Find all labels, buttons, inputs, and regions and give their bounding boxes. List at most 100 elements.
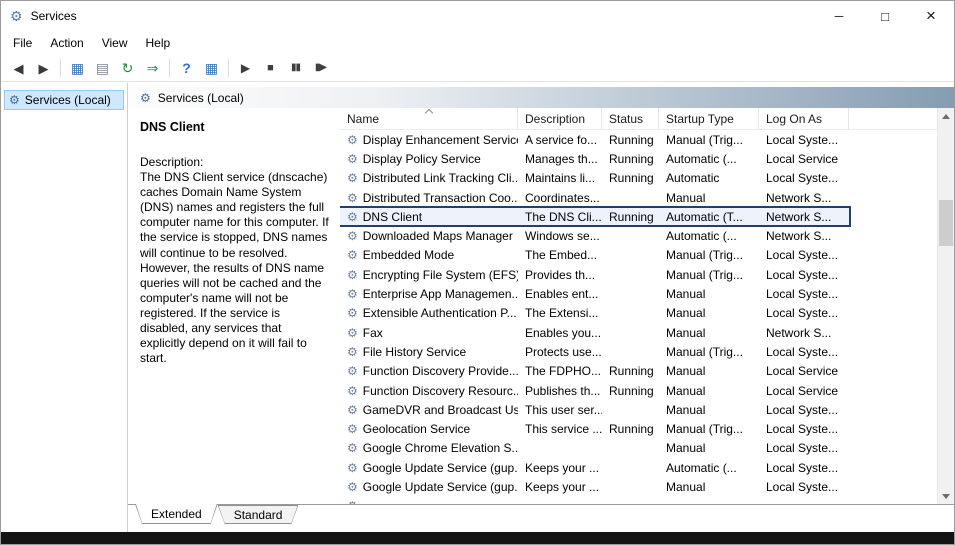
table-row[interactable]: ⚙ Encrypting File System (EFS) Provides th…: [340, 265, 849, 284]
service-name: Distributed Transaction Coo...: [362, 190, 518, 205]
scroll-down-icon[interactable]: [938, 488, 954, 504]
service-logon-as-cell: Local Syste...: [766, 248, 839, 263]
forward-icon[interactable]: ▶: [31, 57, 56, 79]
service-status-cell: [602, 342, 659, 361]
service-startup-type-cell: Manual: [666, 402, 706, 417]
service-name: Extensible Authentication P...: [362, 306, 517, 321]
column-header-label: Status: [609, 111, 644, 126]
service-gear-icon: ⚙: [347, 402, 358, 417]
service-name: Enterprise App Managemen...: [362, 287, 518, 302]
vertical-scrollbar[interactable]: [937, 108, 954, 504]
tab-standard[interactable]: Standard: [218, 505, 299, 524]
service-name-cell: ⚙: [340, 497, 518, 504]
table-row[interactable]: ⚙ GameDVR and Broadcast Us... This user se…: [340, 400, 849, 419]
start-service-icon[interactable]: ▶: [233, 57, 258, 79]
table-row[interactable]: ⚙ Distributed Transaction Coo... Coordinat…: [340, 188, 849, 207]
refresh-icon[interactable]: ↻: [115, 57, 140, 79]
service-detail-pane: DNS Client Description: The DNS Client s…: [128, 108, 340, 504]
column-header-status[interactable]: Status: [602, 108, 659, 129]
service-startup-type-cell: Manual: [666, 441, 706, 456]
banner-services-icon: ⚙: [140, 90, 151, 105]
service-startup-type-cell: Manual: [666, 383, 706, 398]
service-name-cell: ⚙ Fax: [340, 323, 518, 342]
table-row[interactable]: ⚙ Google Update Service (gup... Keeps your…: [340, 458, 849, 477]
menu-help[interactable]: Help: [137, 33, 180, 53]
window-title: Services: [30, 9, 77, 23]
service-gear-icon: ⚙: [347, 383, 358, 398]
service-logon-as-cell: Local Service: [766, 151, 839, 166]
services-node-icon: ⚙: [9, 93, 20, 107]
service-logon-as-cell: Local Syste...: [766, 460, 839, 475]
export-list-icon[interactable]: ⇒: [140, 57, 165, 79]
main-pane: ⚙ Services (Local) DNS Client Descriptio…: [128, 83, 954, 532]
toolbar-separator: [169, 59, 170, 77]
table-row[interactable]: ⚙ Function Discovery Provide... The FDPHO.…: [340, 362, 849, 381]
table-row[interactable]: ⚙ Downloaded Maps Manager Windows se... Aut…: [340, 226, 849, 245]
service-description-text: The DNS Client service (dnscache) caches…: [140, 170, 329, 366]
service-startup-type-cell: Manual (Trig...: [666, 132, 743, 147]
show-action-pane-icon[interactable]: ▦: [199, 57, 224, 79]
service-status-cell: [602, 284, 659, 303]
service-description-cell: The Embed...: [525, 248, 598, 263]
service-gear-icon: ⚙: [347, 479, 358, 494]
service-logon-as-cell: Network S...: [766, 325, 832, 340]
service-name: Embedded Mode: [362, 248, 455, 263]
service-status-cell: [602, 246, 659, 265]
column-header-description[interactable]: Description: [518, 108, 602, 129]
scroll-up-icon[interactable]: [938, 108, 954, 124]
column-header-startup-type[interactable]: Startup Type: [659, 108, 759, 129]
table-row[interactable]: ⚙ Google Chrome Elevation S... Manual Local…: [340, 439, 849, 458]
column-header-log-on-as[interactable]: Log On As: [759, 108, 849, 129]
table-row[interactable]: ⚙ Function Discovery Resourc... Publishes …: [340, 381, 849, 400]
service-status-cell: [602, 497, 659, 504]
table-row-selected[interactable]: ⚙ DNS Client The DNS Cli... Running Automati…: [340, 206, 851, 228]
services-table-header: Name Description Status Startup Type Log On …: [340, 108, 954, 130]
menu-file[interactable]: File: [4, 33, 41, 53]
table-row[interactable]: ⚙: [340, 497, 849, 504]
table-row[interactable]: ⚙ Google Update Service (gup... Keeps your…: [340, 477, 849, 496]
show-console-tree-icon[interactable]: ▦: [65, 57, 90, 79]
close-button[interactable]: ×: [908, 1, 954, 31]
toolbar-separator: [228, 59, 229, 77]
column-header-name[interactable]: Name: [340, 108, 518, 129]
service-startup-type-cell: Manual: [666, 306, 706, 321]
restart-service-icon[interactable]: ▮▶: [308, 57, 333, 79]
menu-view[interactable]: View: [93, 33, 137, 53]
tab-extended[interactable]: Extended: [135, 504, 218, 524]
table-row[interactable]: ⚙ Distributed Link Tracking Cli... Maintai…: [340, 169, 849, 188]
table-row[interactable]: ⚙ Fax Enables you... Manual Network S...: [340, 323, 849, 342]
service-name: Distributed Link Tracking Cli...: [362, 171, 518, 186]
table-row[interactable]: ⚙ Extensible Authentication P... The Exten…: [340, 304, 849, 323]
pause-service-icon[interactable]: ▮▮: [283, 57, 308, 79]
service-gear-icon: ⚙: [347, 132, 358, 147]
table-row[interactable]: ⚙ Geolocation Service This service ... Runn…: [340, 419, 849, 438]
scrollbar-thumb[interactable]: [939, 200, 953, 246]
sidebar-item-services-local[interactable]: ⚙ Services (Local): [4, 90, 124, 110]
maximize-button[interactable]: □: [862, 1, 908, 31]
table-row[interactable]: ⚙ Display Policy Service Manages th... Runn…: [340, 149, 849, 168]
service-description-cell: Provides th...: [525, 267, 596, 282]
service-gear-icon: ⚙: [347, 325, 358, 340]
table-row[interactable]: ⚙ Display Enhancement Service A service fo…: [340, 130, 849, 149]
service-status-cell: [602, 304, 659, 323]
service-logon-as-cell: Local Syste...: [766, 422, 839, 437]
service-name-cell: ⚙ Downloaded Maps Manager: [340, 226, 518, 245]
service-name: Function Discovery Resourc...: [362, 383, 518, 398]
service-logon-as-cell: Local Syste...: [766, 267, 839, 282]
services-list-pane: Name Description Status Startup Type Log On …: [340, 108, 954, 504]
help-icon[interactable]: ?: [174, 57, 199, 79]
service-description-cell: This user ser...: [525, 402, 602, 417]
minimize-button[interactable]: ─: [816, 1, 862, 31]
stop-service-icon[interactable]: ■: [258, 57, 283, 79]
table-row[interactable]: ⚙ File History Service Protects use... Manu…: [340, 342, 849, 361]
service-startup-type-cell: Manual: [666, 190, 706, 205]
toolbar-separator: [60, 59, 61, 77]
properties-icon[interactable]: ▤: [90, 57, 115, 79]
service-status-cell: Running: [609, 383, 654, 398]
table-row[interactable]: ⚙ Enterprise App Managemen... Enables ent.…: [340, 284, 849, 303]
back-icon[interactable]: ◀: [6, 57, 31, 79]
menu-action[interactable]: Action: [41, 33, 92, 53]
service-startup-type-cell: Manual: [666, 479, 706, 494]
service-startup-type-cell: [659, 497, 759, 504]
table-row[interactable]: ⚙ Embedded Mode The Embed... Manual (Trig..…: [340, 246, 849, 265]
